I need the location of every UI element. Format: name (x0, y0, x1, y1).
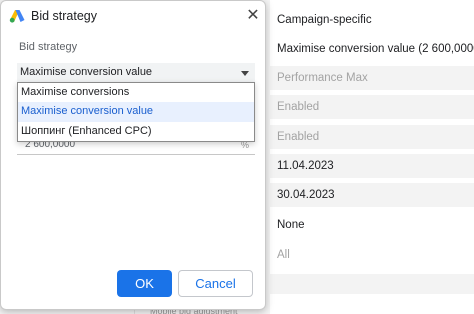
bg-row-bid-strategy-type: Campaign-specific (277, 14, 372, 26)
bg-row-end-date: 30.04.2023 (270, 183, 474, 207)
option-shopping-enhanced-cpc[interactable]: Шоппинг (Enhanced CPC) (18, 122, 254, 141)
bg-row-status: Enabled (270, 95, 474, 119)
bid-strategy-select[interactable]: Maximise conversion value (17, 63, 255, 83)
option-maximise-conversion-value[interactable]: Maximise conversion value (18, 102, 254, 122)
bid-strategy-field-label: Bid strategy (19, 41, 78, 53)
dropdown-arrow-icon (240, 66, 250, 80)
ok-button[interactable]: OK (117, 270, 172, 297)
bid-strategy-dropdown-list: Maximise conversions Maximise conversion… (17, 82, 255, 142)
cancel-button[interactable]: Cancel (178, 270, 253, 297)
bg-row-empty-band (270, 274, 474, 294)
bg-row-bid-strategy: Maximise conversion value (2 600,0000%) (277, 43, 474, 55)
bid-strategy-select-value: Maximise conversion value (20, 66, 153, 78)
bg-row-start-date: 11.04.2023 (270, 154, 474, 178)
bg-row-all: All (277, 249, 290, 261)
bg-row-none: None (277, 219, 305, 231)
bg-row-status-2: Enabled (270, 125, 474, 149)
dialog-title: Bid strategy (31, 9, 98, 23)
dialog-titlebar: Bid strategy ✕ (1, 1, 265, 31)
option-maximise-conversions[interactable]: Maximise conversions (18, 83, 254, 102)
google-ads-logo-icon (9, 9, 25, 23)
bg-row-campaign-type: Performance Max (270, 66, 474, 90)
bid-strategy-dialog: Bid strategy ✕ Bid strategy Maximise con… (0, 0, 266, 310)
close-icon[interactable]: ✕ (244, 7, 262, 25)
